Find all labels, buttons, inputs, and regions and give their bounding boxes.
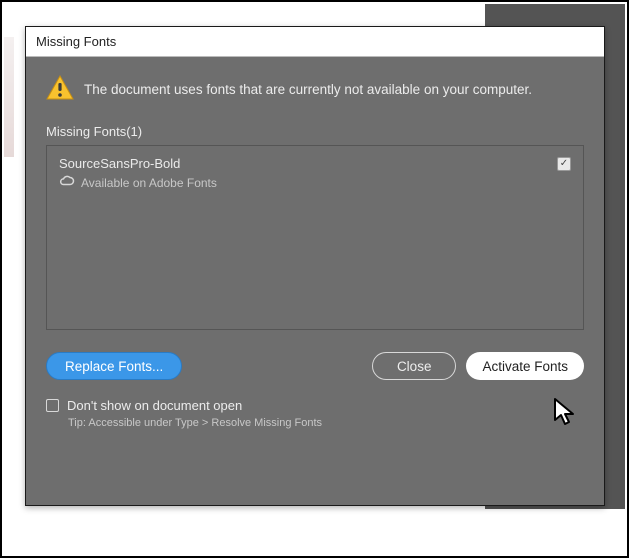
app-background: Missing Fonts The document uses fonts th… (0, 0, 629, 558)
activate-fonts-button[interactable]: Activate Fonts (466, 352, 584, 380)
font-availability-text: Available on Adobe Fonts (81, 176, 217, 190)
creative-cloud-icon (59, 175, 75, 190)
dialog-titlebar: Missing Fonts (26, 27, 604, 57)
dialog-content: The document uses fonts that are current… (26, 57, 604, 447)
tip-text: Tip: Accessible under Type > Resolve Mis… (68, 417, 584, 429)
missing-fonts-label: Missing Fonts(1) (46, 124, 584, 139)
bg-document-edge (4, 37, 14, 157)
dialog-title: Missing Fonts (36, 34, 116, 49)
missing-fonts-list: SourceSansPro-Bold ✓ Available on Adobe … (46, 145, 584, 330)
font-checkbox[interactable]: ✓ (557, 157, 571, 171)
font-availability-row: Available on Adobe Fonts (59, 175, 571, 190)
warning-row: The document uses fonts that are current… (46, 75, 584, 104)
font-name: SourceSansPro-Bold (59, 156, 180, 171)
warning-text: The document uses fonts that are current… (84, 82, 532, 97)
warning-icon (46, 75, 74, 104)
font-entry: SourceSansPro-Bold ✓ Available on Adobe … (59, 156, 571, 190)
close-button[interactable]: Close (372, 352, 457, 380)
replace-fonts-button[interactable]: Replace Fonts... (46, 352, 182, 380)
dont-show-checkbox[interactable] (46, 399, 59, 412)
missing-fonts-dialog: Missing Fonts The document uses fonts th… (25, 26, 605, 506)
dont-show-label: Don't show on document open (67, 398, 242, 413)
font-name-row: SourceSansPro-Bold ✓ (59, 156, 571, 171)
button-row: Replace Fonts... Close Activate Fonts (46, 352, 584, 380)
dont-show-row: Don't show on document open (46, 398, 584, 413)
